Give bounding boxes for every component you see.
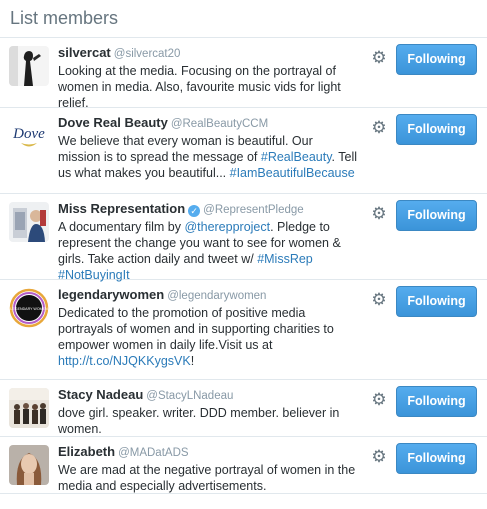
gear-icon[interactable]: ⚙ (370, 448, 388, 466)
list-members-header: List members (0, 0, 487, 38)
member-handle[interactable]: @MADatADS (118, 447, 188, 459)
dove-logo-text: Dove (12, 126, 45, 142)
bio-link[interactable]: http://t.co/NJQKKygsVK (58, 354, 191, 368)
member-bio: A documentary film by @therepproject. Pl… (58, 219, 358, 283)
gear-icon[interactable]: ⚙ (370, 205, 388, 223)
avatar[interactable] (9, 388, 49, 428)
bio-text: Dedicated to the promotion of positive m… (58, 306, 334, 352)
bio-text: Looking at the media. Focusing on the po… (58, 64, 341, 110)
bio-link[interactable]: #MissRep (257, 252, 313, 266)
following-button[interactable]: Following (396, 443, 477, 474)
bio-text: ! (190, 354, 195, 368)
bio-text: dove girl. speaker. writer. DDD member. … (58, 406, 340, 436)
member-bio: dove girl. speaker. writer. DDD member. … (58, 405, 358, 437)
avatar[interactable] (9, 202, 49, 242)
member-handle[interactable]: @legendarywomen (167, 290, 266, 302)
avatar[interactable] (9, 445, 49, 485)
member-name[interactable]: Miss Representation (58, 201, 185, 216)
list-members-panel: List members silvercat @silvercat20 Looki… (0, 0, 487, 509)
gear-icon[interactable]: ⚙ (370, 119, 388, 137)
avatar[interactable] (9, 46, 49, 86)
list-item: silvercat @silvercat20 Looking at the med… (0, 38, 487, 111)
member-bio: We are mad at the negative portrayal of … (58, 462, 358, 494)
list-item: LEGENDARY WOMEN legendarywomen @legendary… (0, 280, 487, 380)
bio-link[interactable]: #RealBeauty (261, 150, 332, 164)
member-name[interactable]: legendarywomen (58, 287, 164, 302)
member-list: silvercat @silvercat20 Looking at the med… (0, 38, 487, 494)
member-handle[interactable]: @RepresentPledge (203, 204, 304, 216)
member-handle[interactable]: @StacyLNadeau (146, 390, 233, 402)
legendary-logo-text: LEGENDARY WOMEN (10, 307, 48, 311)
gear-icon[interactable]: ⚙ (370, 49, 388, 67)
member-name[interactable]: Elizabeth (58, 444, 115, 459)
gear-icon[interactable]: ⚙ (370, 291, 388, 309)
member-bio: We believe that every woman is beautiful… (58, 133, 358, 181)
bio-text: We are mad at the negative portrayal of … (58, 463, 356, 493)
list-item: Elizabeth @MADatADS We are mad at the neg… (0, 437, 487, 494)
list-item: Stacy Nadeau @StacyLNadeau dove girl. spe… (0, 380, 487, 437)
following-button[interactable]: Following (396, 200, 477, 231)
following-button[interactable]: Following (396, 114, 477, 145)
member-bio: Dedicated to the promotion of positive m… (58, 305, 358, 369)
avatar[interactable]: Dove (9, 116, 49, 156)
following-button[interactable]: Following (396, 386, 477, 417)
member-bio: Looking at the media. Focusing on the po… (58, 63, 358, 111)
avatar[interactable]: LEGENDARY WOMEN (9, 288, 49, 328)
following-button[interactable]: Following (396, 286, 477, 317)
following-button[interactable]: Following (396, 44, 477, 75)
member-handle[interactable]: @silvercat20 (114, 48, 181, 60)
gear-icon[interactable]: ⚙ (370, 391, 388, 409)
bio-text: A documentary film by (58, 220, 185, 234)
member-handle[interactable]: @RealBeautyCCM (171, 118, 268, 130)
verified-badge-icon: ✓ (188, 205, 201, 217)
member-name[interactable]: silvercat (58, 45, 111, 60)
bio-link[interactable]: #IamBeautifulBecause (230, 166, 355, 180)
member-name[interactable]: Stacy Nadeau (58, 387, 143, 402)
list-item: Dove Dove Real Beauty @RealBeautyCCM We b… (0, 108, 487, 194)
list-item: Miss Representation ✓ @RepresentPledge A d… (0, 194, 487, 283)
page-title: List members (10, 8, 119, 28)
member-name[interactable]: Dove Real Beauty (58, 115, 168, 130)
bio-link[interactable]: @therepproject (184, 220, 270, 234)
